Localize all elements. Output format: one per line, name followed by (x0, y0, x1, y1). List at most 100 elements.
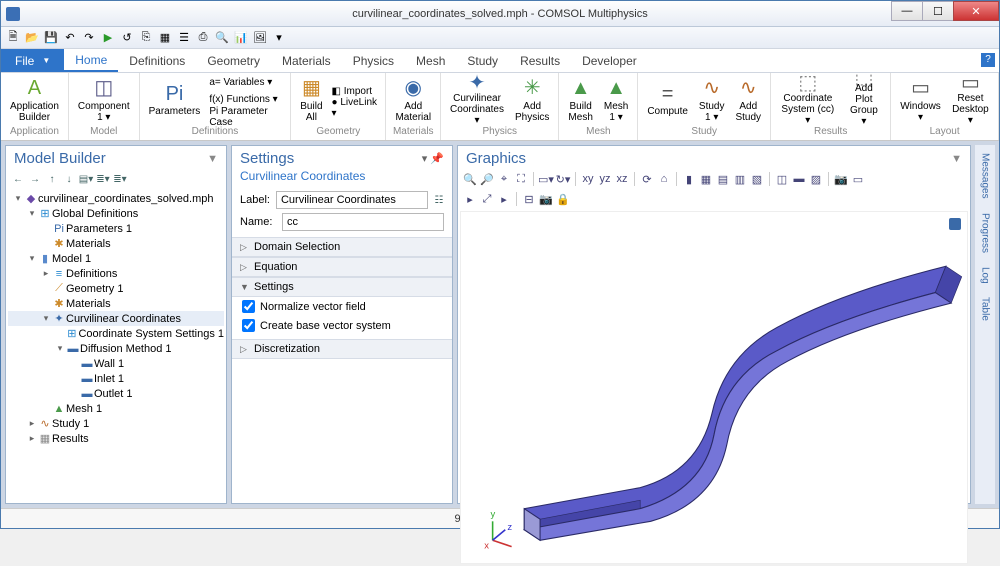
copy-icon[interactable]: ⎘ (137, 29, 155, 47)
undo-icon[interactable]: ↶ (61, 29, 79, 47)
section-domain-selection[interactable]: ▷Domain Selection (232, 237, 452, 257)
ribbon-btn-add-plot-group-[interactable]: ⬚Add PlotGroup ▾ (842, 74, 887, 126)
ribbon-btn-reset-desktop-[interactable]: ▭ResetDesktop ▾ (947, 74, 994, 126)
tab-materials[interactable]: Materials (271, 49, 342, 72)
expand-icon[interactable]: ▾ (26, 208, 38, 219)
tab-physics[interactable]: Physics (342, 49, 405, 72)
ribbon-btn-study-1-[interactable]: ∿Study1 ▾ (694, 74, 730, 126)
collapse-icon[interactable]: ▤▾ (78, 171, 94, 187)
db-icon[interactable]: ☰ (175, 29, 193, 47)
cut-icon[interactable]: ↺ (118, 29, 136, 47)
panel-menu-icon[interactable]: ▼ (207, 153, 218, 165)
tree-node-global-definitions[interactable]: ▾⊞ Global Definitions (8, 206, 224, 221)
view-yz-icon[interactable]: yz (597, 171, 613, 187)
ribbon-btn-add-material[interactable]: ◉AddMaterial (390, 74, 436, 126)
show-icon[interactable]: ≣▾ (112, 171, 128, 187)
tree-node-mesh-1[interactable]: ▲ Mesh 1 (8, 401, 224, 416)
ribbon-btn-build-mesh[interactable]: ▲BuildMesh (563, 74, 597, 126)
surface-icon[interactable]: ▬ (791, 171, 807, 187)
graphics-info-icon[interactable] (949, 218, 961, 230)
tab-results[interactable]: Results (509, 49, 571, 72)
layer5-icon[interactable]: ▧ (749, 171, 765, 187)
file-menu[interactable]: File ▼ (1, 49, 64, 72)
side-tab-progress[interactable]: Progress (980, 209, 991, 257)
ribbon-btn-a-variables-[interactable]: a= Variables ▾ (206, 74, 286, 91)
play-icon[interactable]: ▶ (99, 29, 117, 47)
side-tab-table[interactable]: Table (980, 293, 991, 325)
save-icon[interactable]: 💾 (42, 29, 60, 47)
expand-icon[interactable]: ▾ (54, 343, 66, 354)
more-icon[interactable]: ▾ (270, 29, 288, 47)
model-tree[interactable]: ▾◆ curvilinear_coordinates_solved.mph▾⊞ … (6, 189, 226, 503)
expand-icon[interactable]: ▸ (26, 433, 38, 444)
view-xz-icon[interactable]: xz (614, 171, 630, 187)
ribbon-btn-compute[interactable]: =Compute (642, 74, 693, 126)
tree-node-model-1[interactable]: ▾▮ Model 1 (8, 251, 224, 266)
tree-node-coordinate-system-settings-1[interactable]: ⊞ Coordinate System Settings 1 (8, 326, 224, 341)
pan-icon[interactable]: ⤢ (479, 191, 495, 207)
nav-back-icon[interactable]: ← (10, 171, 26, 187)
expand-icon[interactable]: ▸ (26, 418, 38, 429)
lock-icon[interactable]: 🔒 (555, 191, 571, 207)
label-actions-icon[interactable]: ☷ (434, 192, 444, 208)
ribbon-btn-curvilinear-coordinates-[interactable]: ✦CurvilinearCoordinates ▾ (445, 74, 509, 126)
tree-node-curvilinear-coordinates-solved-mph[interactable]: ▾◆ curvilinear_coordinates_solved.mph (8, 191, 224, 206)
ribbon-btn-coordinate-system-cc-[interactable]: ⬚CoordinateSystem (cc) ▾ (775, 74, 841, 126)
side-tab-log[interactable]: Log (980, 263, 991, 288)
tree-node-study-1[interactable]: ▸∿ Study 1 (8, 416, 224, 431)
paste-icon[interactable]: ▦ (156, 29, 174, 47)
tree-node-results[interactable]: ▸▦ Results (8, 431, 224, 446)
flag-icon[interactable]: ▸ (496, 191, 512, 207)
tree-node-wall-1[interactable]: ▬ Wall 1 (8, 356, 224, 371)
tree-node-outlet-1[interactable]: ▬ Outlet 1 (8, 386, 224, 401)
layer4-icon[interactable]: ▥ (732, 171, 748, 187)
section-settings[interactable]: ▼Settings (232, 277, 452, 297)
view-xy-icon[interactable]: xy (580, 171, 596, 187)
nav-down-icon[interactable]: ↓ (61, 171, 77, 187)
img-icon[interactable]: 🖼 (251, 29, 269, 47)
create-base-check[interactable] (242, 319, 255, 332)
tree-node-inlet-1[interactable]: ▬ Inlet 1 (8, 371, 224, 386)
zoom-out-icon[interactable]: 🔎 (479, 171, 495, 187)
label-input[interactable] (276, 191, 428, 209)
ribbon-btn-add-study[interactable]: ∿AddStudy (730, 74, 766, 126)
open-icon[interactable]: 📂 (23, 29, 41, 47)
ribbon-btn-component-1-[interactable]: ◫Component1 ▾ (73, 74, 135, 126)
home-icon[interactable]: ⌂ (656, 171, 672, 187)
side-tab-messages[interactable]: Messages (980, 149, 991, 203)
nav-up-icon[interactable]: ↑ (44, 171, 60, 187)
select-icon[interactable]: ▭▾ (538, 171, 554, 187)
new-icon[interactable]: 🗎 (4, 29, 22, 47)
layer1-icon[interactable]: ▮ (681, 171, 697, 187)
print-gr-icon[interactable]: ⊟ (521, 191, 537, 207)
ribbon-btn-application-builder[interactable]: AApplicationBuilder (5, 74, 64, 126)
ribbon-btn-windows-[interactable]: ▭Windows▾ (895, 74, 946, 126)
ribbon-btn--livelink-[interactable]: ● LiveLink ▾ (329, 100, 382, 117)
nav-fwd-icon[interactable]: → (27, 171, 43, 187)
section-equation[interactable]: ▷Equation (232, 257, 452, 277)
tree-node-definitions[interactable]: ▸≡ Definitions (8, 266, 224, 281)
layer3-icon[interactable]: ▤ (715, 171, 731, 187)
layer2-icon[interactable]: ▦ (698, 171, 714, 187)
chart-icon[interactable]: 📊 (232, 29, 250, 47)
tree-node-materials[interactable]: ✱ Materials (8, 236, 224, 251)
tab-study[interactable]: Study (456, 49, 509, 72)
ribbon-btn-add-physics[interactable]: ✳AddPhysics (510, 74, 554, 126)
ribbon-btn-mesh-1-[interactable]: ▲Mesh1 ▾ (599, 74, 633, 126)
snapshot-icon[interactable]: 📷 (833, 171, 849, 187)
wireframe-icon[interactable]: ◫ (774, 171, 790, 187)
cam-icon[interactable]: 📷 (538, 191, 554, 207)
ribbon-btn-parameters[interactable]: PiParameters (144, 74, 206, 126)
pin-icon[interactable]: ▾ 📌 (422, 152, 444, 165)
normalize-checkbox[interactable]: Normalize vector field (232, 297, 452, 316)
tab-developer[interactable]: Developer (571, 49, 648, 72)
create-base-checkbox[interactable]: Create base vector system (232, 316, 452, 335)
zoom-in-icon[interactable]: 🔍 (462, 171, 478, 187)
play-icon[interactable]: ▸ (462, 191, 478, 207)
expand-icon[interactable]: ▾ (26, 253, 38, 264)
normalize-check[interactable] (242, 300, 255, 313)
expand-icon[interactable]: ▾ (12, 193, 24, 204)
name-input[interactable] (282, 213, 444, 231)
tree-node-geometry-1[interactable]: ⟋ Geometry 1 (8, 281, 224, 296)
help-icon[interactable]: ? (981, 53, 995, 67)
